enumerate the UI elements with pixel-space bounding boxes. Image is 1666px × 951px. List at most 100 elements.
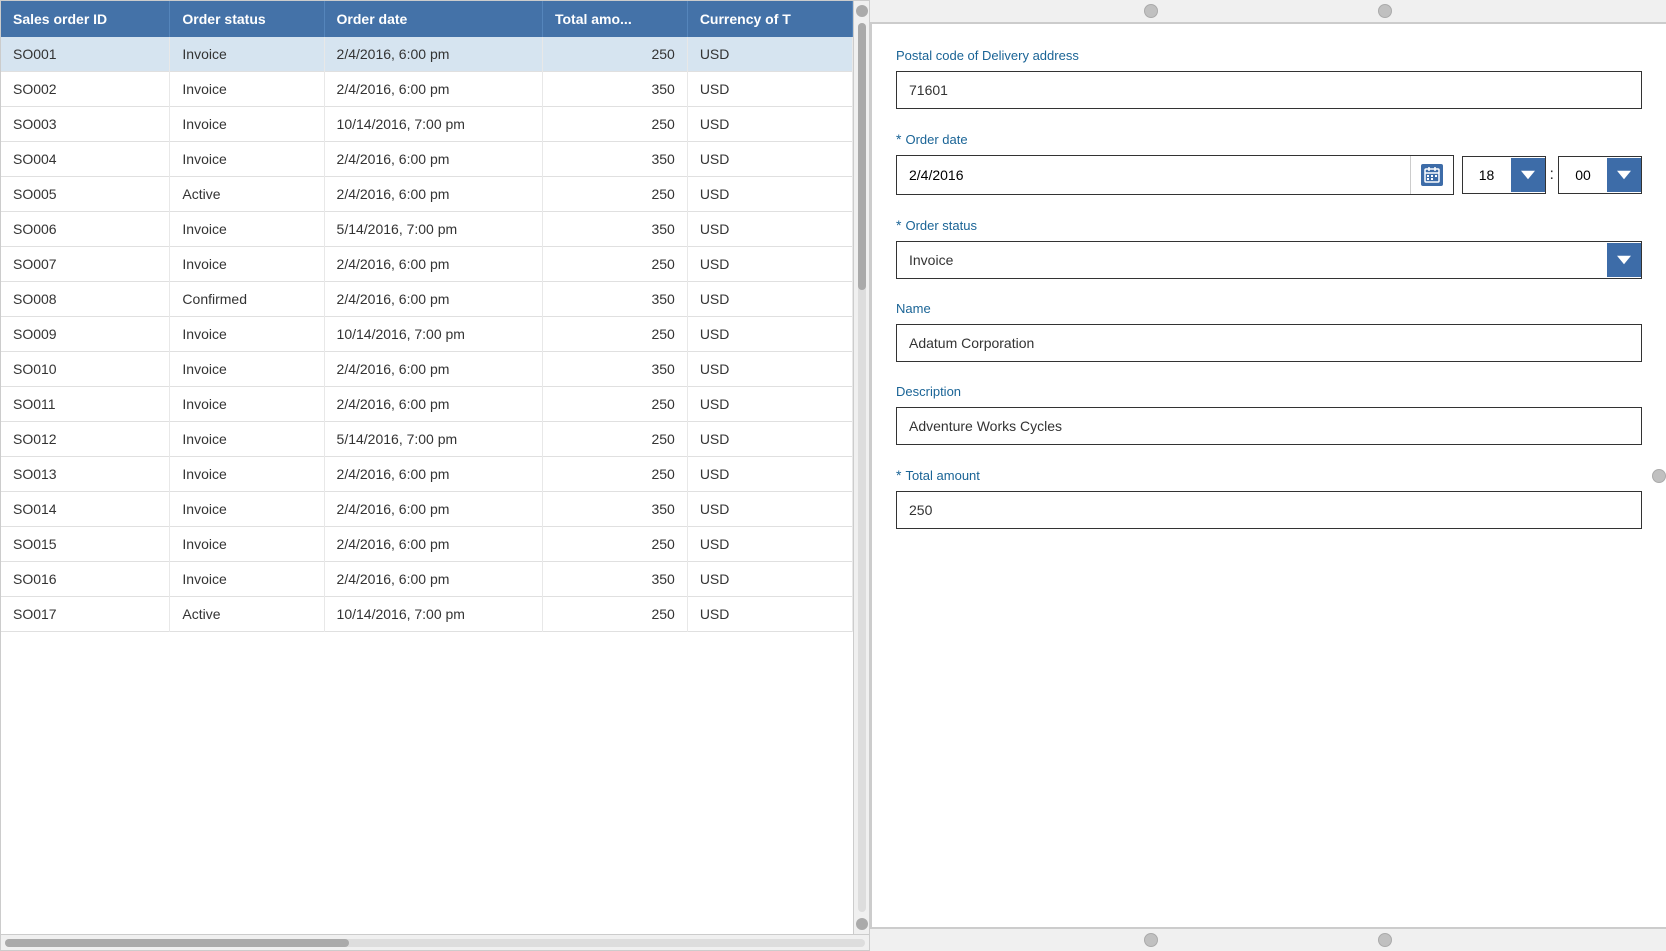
table-row[interactable]: SO017Active10/14/2016, 7:00 pm250USD [1,597,853,632]
table-cell: 350 [542,562,687,597]
bottom-right-handle[interactable] [1378,933,1392,947]
name-input[interactable] [896,324,1642,362]
bottom-resize-handles [870,929,1666,951]
col-header-total-amount[interactable]: Total amo... [542,1,687,37]
table-row[interactable]: SO009Invoice10/14/2016, 7:00 pm250USD [1,317,853,352]
horizontal-scrollbar[interactable] [1,934,869,950]
order-date-label-text: Order date [905,132,967,147]
table-cell: SO012 [1,422,170,457]
table-cell: USD [687,107,852,142]
top-left-handle[interactable] [1144,4,1158,18]
postal-code-input[interactable] [896,71,1642,109]
table-cell: 10/14/2016, 7:00 pm [324,597,542,632]
table-cell: SO009 [1,317,170,352]
table-row[interactable]: SO010Invoice2/4/2016, 6:00 pm350USD [1,352,853,387]
table-row[interactable]: SO005Active2/4/2016, 6:00 pm250USD [1,177,853,212]
table-cell: SO011 [1,387,170,422]
order-status-dropdown-button[interactable] [1607,243,1641,277]
table-cell: 5/14/2016, 7:00 pm [324,212,542,247]
table-cell: 2/4/2016, 6:00 pm [324,247,542,282]
table-cell: USD [687,422,852,457]
table-cell: Active [170,597,324,632]
scroll-track[interactable] [858,23,866,912]
table-cell: 350 [542,142,687,177]
table-cell: 250 [542,247,687,282]
table-row[interactable]: SO001Invoice2/4/2016, 6:00 pm250USD [1,37,853,72]
table-row[interactable]: SO012Invoice5/14/2016, 7:00 pm250USD [1,422,853,457]
table-row[interactable]: SO003Invoice10/14/2016, 7:00 pm250USD [1,107,853,142]
table-cell: USD [687,282,852,317]
scroll-up-button[interactable] [856,5,868,17]
order-status-label-text: Order status [905,218,977,233]
table-row[interactable]: SO016Invoice2/4/2016, 6:00 pm350USD [1,562,853,597]
right-mid-handle[interactable] [1652,469,1666,483]
table-area: Sales order ID Order status Order date T… [1,1,869,934]
postal-code-label: Postal code of Delivery address [896,48,1642,63]
table-row[interactable]: SO002Invoice2/4/2016, 6:00 pm350USD [1,72,853,107]
order-date-label: * Order date [896,131,1642,147]
table-cell: 10/14/2016, 7:00 pm [324,107,542,142]
top-resize-handles [870,0,1666,22]
top-right-handle[interactable] [1378,4,1392,18]
time-separator: : [1546,166,1558,184]
bottom-left-handle[interactable] [1144,933,1158,947]
table-cell: SO005 [1,177,170,212]
table-row[interactable]: SO006Invoice5/14/2016, 7:00 pm350USD [1,212,853,247]
table-cell: SO002 [1,72,170,107]
table-cell: 2/4/2016, 6:00 pm [324,282,542,317]
table-cell: Invoice [170,352,324,387]
table-cell: 10/14/2016, 7:00 pm [324,317,542,352]
description-input[interactable] [896,407,1642,445]
hour-dropdown-button[interactable] [1511,158,1545,192]
table-cell: 350 [542,282,687,317]
order-date-input[interactable] [897,156,1410,194]
description-label-text: Description [896,384,961,399]
table-vertical-scrollbar[interactable] [853,1,869,934]
table-row[interactable]: SO013Invoice2/4/2016, 6:00 pm250USD [1,457,853,492]
table-cell: Invoice [170,142,324,177]
h-scroll-thumb[interactable] [5,939,349,947]
datetime-row: 18 : 00 [896,155,1642,195]
name-label-text: Name [896,301,931,316]
app-wrapper: Sales order ID Order status Order date T… [0,0,1666,951]
form-panel: Postal code of Delivery address * Order … [870,22,1666,929]
table-cell: 350 [542,352,687,387]
table-cell: SO008 [1,282,170,317]
table-row[interactable]: SO008Confirmed2/4/2016, 6:00 pm350USD [1,282,853,317]
col-header-currency[interactable]: Currency of T [687,1,852,37]
h-scroll-track[interactable] [5,939,865,947]
table-cell: 250 [542,422,687,457]
total-amount-input[interactable] [896,491,1642,529]
table-cell: USD [687,597,852,632]
table-cell: 2/4/2016, 6:00 pm [324,352,542,387]
table-row[interactable]: SO004Invoice2/4/2016, 6:00 pm350USD [1,142,853,177]
table-row[interactable]: SO007Invoice2/4/2016, 6:00 pm250USD [1,247,853,282]
table-row[interactable]: SO011Invoice2/4/2016, 6:00 pm250USD [1,387,853,422]
table-cell: USD [687,457,852,492]
order-date-required-star: * [896,131,901,147]
minute-dropdown-button[interactable] [1607,158,1641,192]
col-header-sales-order-id[interactable]: Sales order ID [1,1,170,37]
col-header-order-date[interactable]: Order date [324,1,542,37]
table-cell: 250 [542,107,687,142]
calendar-button[interactable] [1410,156,1453,194]
table-cell: SO001 [1,37,170,72]
table-cell: Invoice [170,72,324,107]
scroll-thumb[interactable] [858,23,866,290]
table-cell: USD [687,247,852,282]
table-scroll-area[interactable]: Sales order ID Order status Order date T… [1,1,853,934]
table-cell: 2/4/2016, 6:00 pm [324,527,542,562]
form-outer: Postal code of Delivery address * Order … [870,0,1666,951]
table-cell: 350 [542,212,687,247]
table-cell: 2/4/2016, 6:00 pm [324,457,542,492]
table-row[interactable]: SO014Invoice2/4/2016, 6:00 pm350USD [1,492,853,527]
table-cell: 250 [542,317,687,352]
order-status-value: Invoice [897,242,1607,278]
table-cell: USD [687,492,852,527]
table-cell: SO017 [1,597,170,632]
table-cell: 250 [542,527,687,562]
col-header-order-status[interactable]: Order status [170,1,324,37]
hour-select: 18 [1462,156,1546,194]
table-row[interactable]: SO015Invoice2/4/2016, 6:00 pm250USD [1,527,853,562]
scroll-down-button[interactable] [856,918,868,930]
